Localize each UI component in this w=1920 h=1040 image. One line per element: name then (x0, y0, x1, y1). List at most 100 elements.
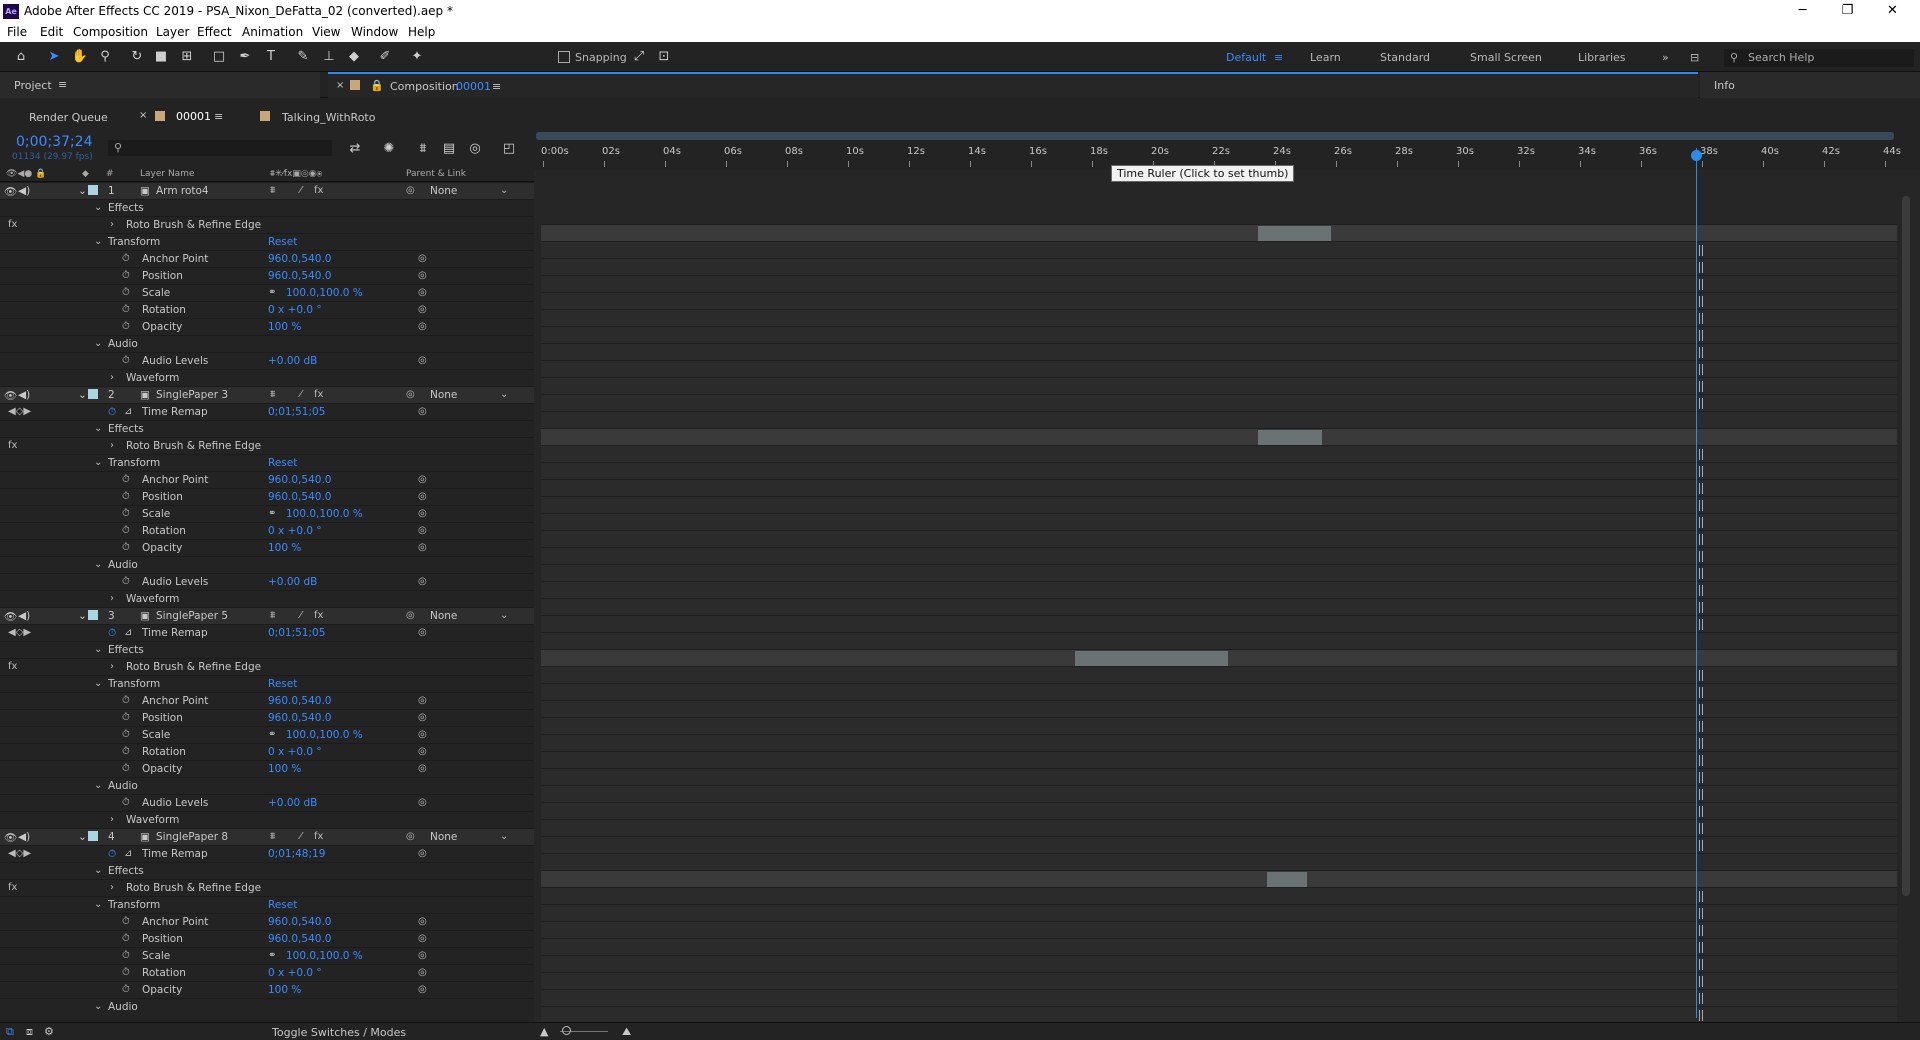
layer-duration-bar[interactable] (1258, 226, 1331, 241)
pen-tool-icon[interactable]: ✒ (236, 48, 254, 66)
keyframe-marker-icon[interactable] (1699, 721, 1703, 732)
keyframe-marker-icon[interactable] (1699, 823, 1703, 834)
pickwhip-icon[interactable]: ◎ (418, 270, 427, 281)
keyframe-marker-icon[interactable] (1699, 449, 1703, 460)
keyframe-marker-icon[interactable] (1699, 568, 1703, 579)
chevron-down-icon[interactable]: ⌄ (94, 559, 102, 570)
property-row[interactable]: fx › Roto Brush & Refine Edge (0, 216, 534, 233)
stopwatch-icon[interactable]: ⏱ (122, 695, 130, 706)
tab-00001[interactable]: 00001 (176, 110, 211, 123)
keyframe-marker-icon[interactable] (1699, 245, 1703, 256)
scale-value[interactable]: 100.0,100.0 % (286, 287, 363, 299)
label-color-swatch[interactable] (88, 831, 98, 841)
keyframe-marker-icon[interactable] (1699, 483, 1703, 494)
menu-edit[interactable]: Edit (40, 25, 63, 39)
keyframe-marker-icon[interactable] (1699, 517, 1703, 528)
chevron-right-icon[interactable]: › (110, 440, 114, 451)
parent-pickwhip-icon[interactable]: ◎ (406, 185, 415, 196)
selection-tool-icon[interactable]: ➤ (45, 48, 63, 66)
hand-tool-icon[interactable]: ✋ (71, 48, 89, 66)
pickwhip-icon[interactable]: ◎ (418, 967, 427, 978)
graph-icon[interactable]: ⊿ (124, 627, 132, 638)
layer-name[interactable]: Arm roto4 (156, 185, 209, 197)
tab-talking-withroto[interactable]: Talking_WithRoto (282, 111, 375, 124)
visibility-eye-icon[interactable]: 👁 (4, 185, 17, 198)
pickwhip-icon[interactable]: ◎ (418, 321, 427, 332)
audio-levels-value[interactable]: +0.00 dB (268, 576, 317, 588)
property-row[interactable]: ⌄ Transform Reset (0, 454, 534, 471)
audio-speaker-icon[interactable]: ◀) (18, 389, 30, 401)
pickwhip-icon[interactable]: ◎ (418, 542, 427, 553)
tab-render-queue[interactable]: Render Queue (29, 111, 108, 124)
chevron-right-icon[interactable]: › (110, 814, 114, 825)
opacity-value[interactable]: 100 % (268, 321, 301, 333)
snap-options-icon[interactable]: ⊡ (655, 48, 673, 66)
property-row[interactable]: ⏱ Anchor Point 960.0,540.0 ◎ (0, 250, 534, 267)
rotation-value[interactable]: 0 x +0.0 ° (268, 967, 322, 979)
pickwhip-icon[interactable]: ◎ (418, 253, 427, 264)
menu-composition[interactable]: Composition (73, 25, 148, 39)
workspace-libraries[interactable]: Libraries (1578, 51, 1626, 64)
workspace-small-screen[interactable]: Small Screen (1470, 51, 1542, 64)
menu-animation[interactable]: Animation (242, 25, 303, 39)
stopwatch-icon[interactable]: ⏱ (122, 967, 130, 978)
panel-menu-icon[interactable]: ≡ (58, 78, 67, 91)
chevron-right-icon[interactable]: › (110, 219, 114, 230)
anchor-value[interactable]: 960.0,540.0 (268, 916, 331, 928)
chevron-down-icon[interactable]: ⌄ (94, 865, 102, 876)
keyframe-marker-icon[interactable] (1699, 602, 1703, 613)
fx-icon[interactable]: fx (8, 882, 17, 893)
property-row[interactable]: ⌄ Audio (0, 777, 534, 794)
constrain-link-icon[interactable]: ⚭ (268, 508, 276, 519)
graph-icon[interactable]: ⊿ (124, 406, 132, 417)
time-remap-value[interactable]: 0;01;48;19 (268, 848, 325, 860)
keyframe-marker-icon[interactable] (1699, 551, 1703, 562)
pickwhip-icon[interactable]: ◎ (418, 933, 427, 944)
graph-editor-icon[interactable]: ◰ (500, 140, 518, 158)
roto-brush-effect[interactable]: Roto Brush & Refine Edge (126, 219, 261, 231)
stopwatch-icon[interactable]: ⏱ (108, 627, 116, 640)
effects-switch-icon[interactable]: fx (314, 389, 323, 400)
keyframe-marker-icon[interactable] (1699, 330, 1703, 341)
stopwatch-icon[interactable]: ⏱ (122, 916, 130, 927)
stopwatch-icon[interactable]: ⏱ (122, 304, 130, 315)
pickwhip-icon[interactable]: ◎ (418, 576, 427, 587)
property-row[interactable]: › Waveform (0, 369, 534, 386)
keyframe-marker-icon[interactable] (1699, 398, 1703, 409)
stopwatch-icon[interactable]: ⏱ (122, 797, 130, 808)
audio-speaker-icon[interactable]: ◀) (18, 185, 30, 197)
zoom-in-icon[interactable]: ⛰ (622, 1025, 631, 1039)
audio-speaker-icon[interactable]: ◀) (18, 610, 30, 622)
workspace-standard[interactable]: Standard (1380, 51, 1430, 64)
property-row[interactable]: › Waveform (0, 811, 534, 828)
property-row[interactable]: ◀◇▶ ⏱ ⊿ Time Remap 0;01;48;19 ◎ (0, 845, 534, 862)
zoom-slider-handle[interactable] (562, 1026, 571, 1035)
stopwatch-icon[interactable]: ⏱ (108, 848, 116, 861)
snap-icon[interactable]: ⤢ (630, 48, 648, 66)
chevron-right-icon[interactable]: › (110, 372, 114, 383)
keyframe-marker-icon[interactable] (1699, 806, 1703, 817)
keyframe-marker-icon[interactable] (1699, 976, 1703, 987)
shy-switch-icon[interactable]: ⩩ (270, 389, 275, 400)
graph-icon[interactable]: ⊿ (124, 848, 132, 859)
work-area-bar[interactable] (536, 132, 1894, 140)
pickwhip-icon[interactable]: ◎ (418, 406, 427, 417)
label-color-swatch[interactable] (88, 185, 98, 195)
property-row[interactable]: ⌄ Audio (0, 335, 534, 352)
stopwatch-icon[interactable]: ⏱ (122, 712, 130, 723)
property-row[interactable]: ⌄ Effects (0, 420, 534, 437)
property-row[interactable]: fx › Roto Brush & Refine Edge (0, 658, 534, 675)
property-row[interactable]: ⌄ Effects (0, 641, 534, 658)
scale-value[interactable]: 100.0,100.0 % (286, 950, 363, 962)
quality-switch-icon[interactable]: ⁄ (300, 185, 302, 196)
pickwhip-icon[interactable]: ◎ (418, 474, 427, 485)
keyframe-marker-icon[interactable] (1699, 959, 1703, 970)
composition-panel-tab[interactable]: × 🔒 Composition 00001 ≡ (328, 72, 1698, 98)
info-panel-tab[interactable]: Info (1700, 72, 1920, 98)
roto-brush-effect[interactable]: Roto Brush & Refine Edge (126, 661, 261, 673)
reset-link[interactable]: Reset (268, 899, 297, 911)
expand-chevron-icon[interactable]: ⌄ (78, 389, 87, 401)
chevron-right-icon[interactable]: › (110, 661, 114, 672)
stopwatch-icon[interactable]: ⏱ (108, 406, 116, 419)
label-color-swatch[interactable] (88, 389, 98, 399)
